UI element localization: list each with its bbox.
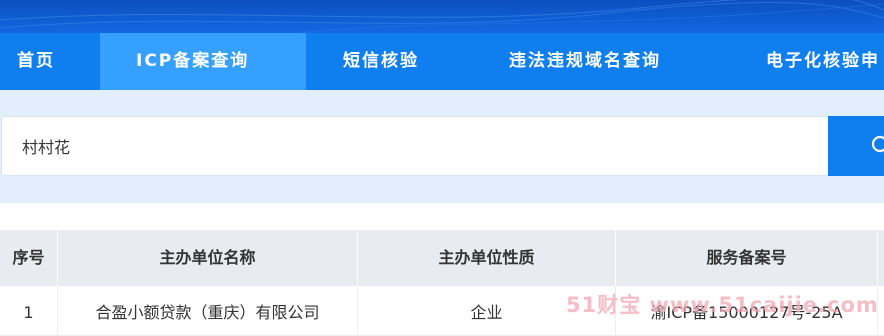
nav-item-icp-query[interactable]: ICP备案查询 bbox=[100, 33, 306, 90]
header-record-number: 服务备案号 bbox=[616, 230, 878, 286]
search-icon bbox=[871, 135, 884, 153]
header-org-type: 主办单位性质 bbox=[358, 230, 616, 286]
table-row[interactable]: 1 合盈小额贷款（重庆）有限公司 企业 渝ICP备15000127号-25A bbox=[0, 286, 884, 336]
header-index: 序号 bbox=[0, 230, 58, 286]
nav-item-home[interactable]: 首页 bbox=[17, 33, 55, 90]
header-overflow bbox=[878, 230, 884, 286]
search-area bbox=[0, 90, 884, 203]
results-table: 序号 主办单位名称 主办单位性质 服务备案号 1 合盈小额贷款（重庆）有限公司 … bbox=[0, 230, 884, 336]
nav-item-electronic-verify[interactable]: 电子化核验申 bbox=[766, 33, 880, 90]
top-banner bbox=[0, 0, 884, 33]
table-header: 序号 主办单位名称 主办单位性质 服务备案号 bbox=[0, 230, 884, 286]
search-input[interactable] bbox=[1, 116, 829, 176]
cell-index: 1 bbox=[0, 286, 58, 336]
cell-org-name: 合盈小额贷款（重庆）有限公司 bbox=[58, 286, 358, 336]
header-org-name: 主办单位名称 bbox=[58, 230, 358, 286]
nav-item-sms-verify[interactable]: 短信核验 bbox=[343, 33, 419, 90]
cell-org-type: 企业 bbox=[358, 286, 616, 336]
cell-record-number: 渝ICP备15000127号-25A bbox=[616, 286, 878, 336]
cell-overflow bbox=[878, 286, 884, 336]
nav-item-illegal-domain-query[interactable]: 违法违规域名查询 bbox=[509, 33, 661, 90]
main-nav: 首页 ICP备案查询 短信核验 违法违规域名查询 电子化核验申 bbox=[0, 33, 884, 90]
search-button[interactable] bbox=[828, 116, 884, 176]
